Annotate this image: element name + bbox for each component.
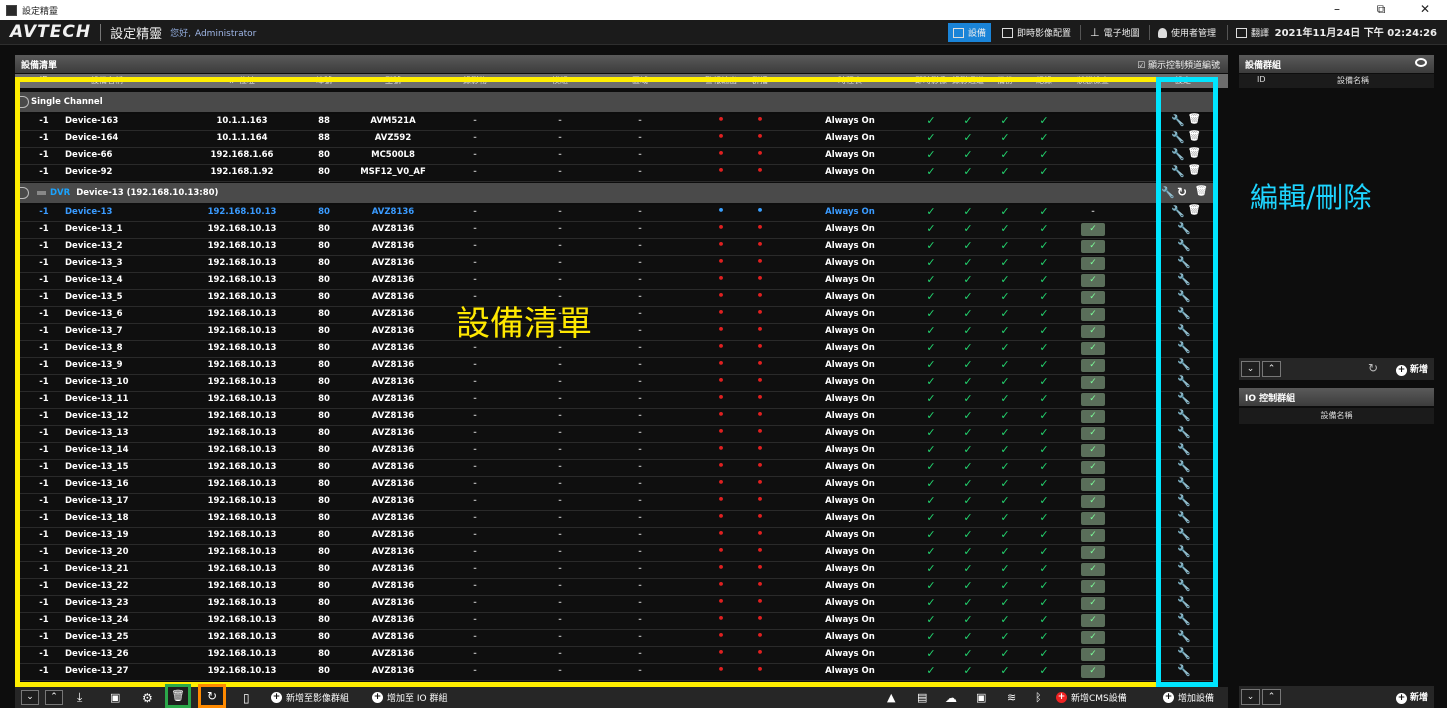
device-group-header: 設備群組 bbox=[1239, 55, 1434, 73]
io-group-col-name: 設備名稱 bbox=[1239, 408, 1434, 424]
username: Administrator bbox=[194, 28, 257, 39]
maximize-button[interactable]: ⧉ bbox=[1359, 0, 1403, 20]
plus-icon: + bbox=[1395, 365, 1407, 376]
brand-logo: AVTECH bbox=[10, 22, 92, 42]
current-datetime: 2021年11月24日 下午 02:24:26 bbox=[1274, 28, 1437, 39]
app-icon bbox=[6, 4, 17, 16]
plus-icon: + bbox=[1395, 693, 1407, 704]
add-device-button[interactable]: + 增加設備 bbox=[1163, 690, 1214, 705]
nav-devices[interactable]: 設備 bbox=[948, 23, 992, 42]
minimize-button[interactable]: – bbox=[1315, 0, 1359, 20]
io-group-toolbar: ⌄ ⌃ + 新增 bbox=[1239, 686, 1434, 708]
nav-emap[interactable]: ⊥ 電子地圖 bbox=[1085, 23, 1145, 42]
chevron-up-icon[interactable]: ⌃ bbox=[1262, 361, 1281, 377]
edit-delete-highlight bbox=[1156, 77, 1218, 687]
monitor-icon[interactable]: ▣ bbox=[110, 690, 120, 705]
bottom-toolbar: ⌄ ⌃ ⤓ ▣ ⚙ ▯ + 新增至影像群組 + 增加至 IO 群組 ▲ ▤ ☁ ▣ … bbox=[15, 687, 1228, 708]
window-titlebar: 設定精靈 – ⧉ ✕ bbox=[0, 0, 1447, 20]
warning-icon[interactable]: ▲ bbox=[887, 690, 895, 705]
storage-icon[interactable]: ▣ bbox=[976, 690, 986, 705]
device-list-header: 設備清單 ☑ 顯示控制頻道編號 bbox=[15, 55, 1228, 73]
grid-icon bbox=[1002, 27, 1013, 38]
app-header: AVTECH 設定精靈 您好, Administrator 設備 即時影像配置 ⊥… bbox=[0, 20, 1447, 45]
io-group-add-button[interactable]: + 新增 bbox=[1395, 690, 1428, 704]
wifi-icon[interactable]: ≋ bbox=[1007, 690, 1016, 705]
device-group-toolbar: ⌄ ⌃ ↻ + 新增 bbox=[1239, 358, 1434, 380]
plus-icon: + bbox=[271, 692, 282, 703]
plus-icon: + bbox=[1163, 692, 1174, 703]
io-group-title: IO 控制群組 bbox=[1245, 393, 1296, 404]
add-to-io-group-button[interactable]: + 增加至 IO 群組 bbox=[372, 690, 447, 705]
chevron-down-icon[interactable]: ⌄ bbox=[21, 690, 39, 705]
nav-translate[interactable]: 翻譯 bbox=[1231, 23, 1274, 42]
calendar-icon[interactable]: ▤ bbox=[917, 690, 927, 705]
plus-icon: + bbox=[1056, 692, 1067, 703]
chevron-up-icon[interactable]: ⌃ bbox=[45, 690, 63, 705]
document-icon bbox=[1236, 27, 1247, 38]
device-group-col-id: ID bbox=[1257, 75, 1266, 84]
io-group-header: IO 控制群組 bbox=[1239, 388, 1434, 406]
reload-icon[interactable]: ↻ bbox=[198, 684, 226, 708]
show-control-channel-checkbox[interactable]: ☑ 顯示控制頻道編號 bbox=[1137, 58, 1220, 71]
chevron-down-icon[interactable]: ⌄ bbox=[1241, 361, 1260, 377]
device-group-add-button[interactable]: + 新增 bbox=[1395, 362, 1428, 376]
monitor-icon bbox=[953, 27, 964, 38]
window-title: 設定精靈 bbox=[22, 6, 59, 17]
add-cms-device-button[interactable]: + 新增CMS設備 bbox=[1056, 690, 1127, 705]
trash-icon[interactable]: 🗑 bbox=[165, 684, 191, 708]
app-title: 設定精靈 bbox=[110, 26, 163, 42]
device-list-title: 設備清單 bbox=[21, 60, 58, 71]
user-greeting: 您好, Administrator bbox=[170, 28, 257, 39]
device-group-title: 設備群組 bbox=[1245, 60, 1282, 71]
refresh-icon[interactable]: ↻ bbox=[1368, 361, 1378, 375]
close-button[interactable]: ✕ bbox=[1403, 0, 1447, 20]
nav-live-layout[interactable]: 即時影像配置 bbox=[997, 23, 1076, 42]
plus-icon: + bbox=[372, 692, 383, 703]
device-icon[interactable]: ▯ bbox=[243, 690, 250, 705]
download-icon[interactable]: ⤓ bbox=[77, 690, 82, 705]
eye-icon[interactable] bbox=[1415, 58, 1427, 67]
pin-icon: ⊥ bbox=[1090, 26, 1100, 39]
device-group-col-name: 設備名稱 bbox=[1337, 76, 1369, 85]
bluetooth-icon[interactable]: ᛒ bbox=[1035, 690, 1042, 705]
cloud-icon[interactable]: ☁ bbox=[945, 690, 957, 705]
add-to-video-group-button[interactable]: + 新增至影像群組 bbox=[271, 690, 349, 705]
nav-user-management[interactable]: 使用者管理 bbox=[1153, 23, 1221, 42]
chevron-down-icon[interactable]: ⌄ bbox=[1241, 689, 1260, 705]
device-group-columns: ID 設備名稱 bbox=[1239, 74, 1434, 88]
edit-delete-annotation: 編輯/刪除 bbox=[1250, 181, 1372, 214]
gear-icon[interactable]: ⚙ bbox=[142, 690, 153, 705]
device-list-annotation: 設備清單 bbox=[456, 304, 592, 344]
user-icon bbox=[1158, 27, 1167, 38]
chevron-up-icon[interactable]: ⌃ bbox=[1262, 689, 1281, 705]
device-list-highlight bbox=[15, 77, 1161, 687]
